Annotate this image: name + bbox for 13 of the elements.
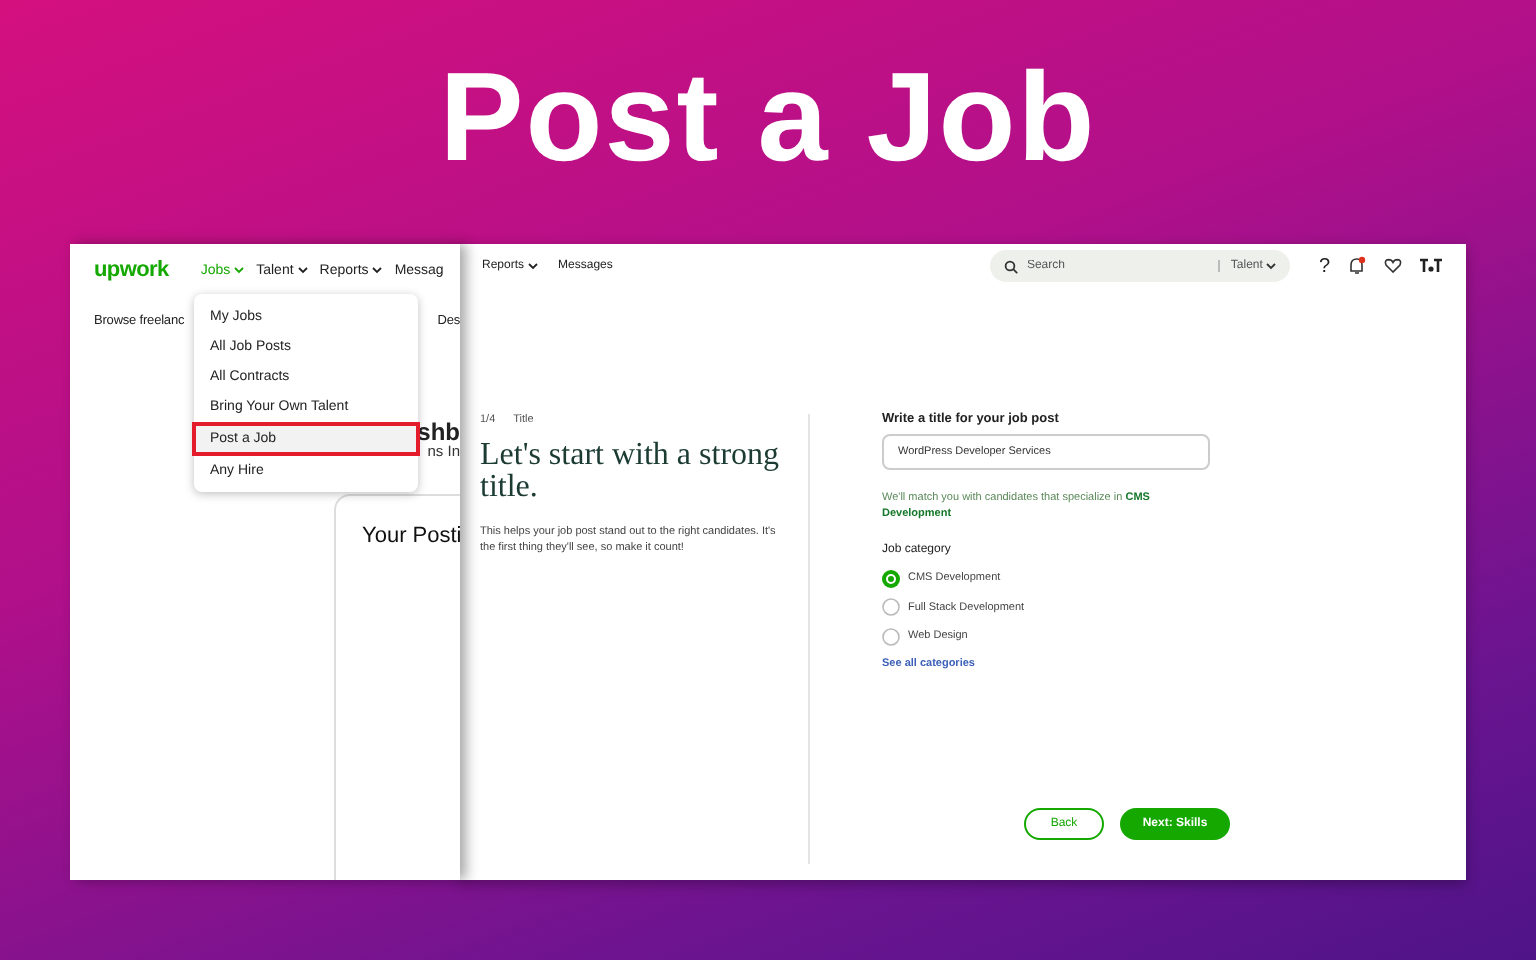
page-heading: shb bbox=[417, 420, 460, 444]
help-icon[interactable]: ? bbox=[1318, 255, 1330, 277]
radio-button[interactable] bbox=[882, 598, 900, 617]
avatar-icon[interactable] bbox=[1420, 258, 1442, 274]
heart-icon[interactable] bbox=[1384, 258, 1402, 274]
radio-button[interactable] bbox=[882, 569, 900, 588]
caret-icon bbox=[1266, 262, 1277, 270]
radio-button[interactable] bbox=[882, 627, 900, 646]
bell-icon[interactable] bbox=[1348, 256, 1366, 276]
banner-title: Post a Job bbox=[439, 46, 1097, 190]
card-title: Your Posti bbox=[362, 523, 460, 547]
page-heading: Let's start with a strong title. bbox=[480, 440, 782, 504]
search-icon bbox=[1004, 259, 1019, 273]
